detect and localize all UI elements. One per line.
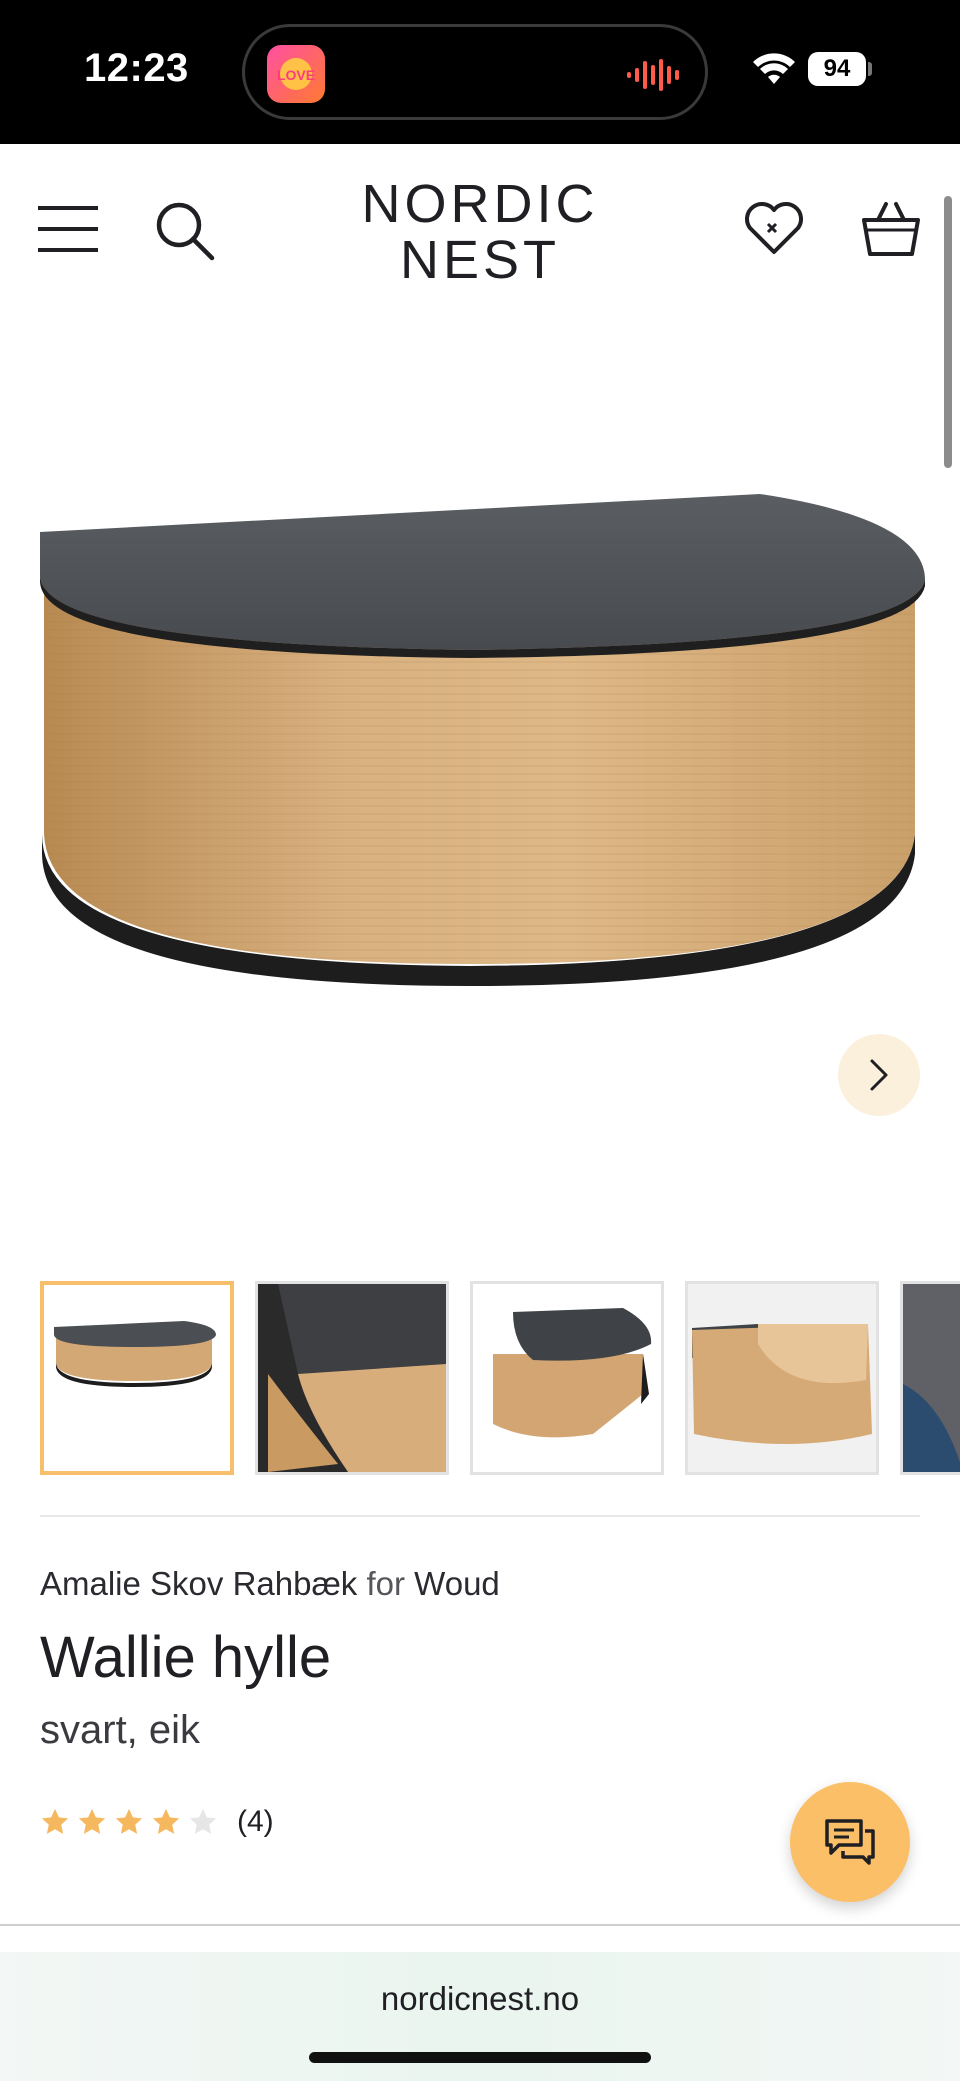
- search-icon[interactable]: [154, 200, 216, 262]
- wishlist-heart-icon[interactable]: [744, 202, 804, 256]
- battery-tip: [868, 62, 872, 76]
- content-bottom-line: [0, 1924, 960, 1926]
- chat-button[interactable]: [790, 1782, 910, 1902]
- thumbnail-2[interactable]: [255, 1281, 449, 1475]
- site-logo[interactable]: NORDIC NEST: [340, 176, 620, 288]
- product-variant: svart, eik: [40, 1708, 201, 1752]
- section-divider: [40, 1515, 920, 1517]
- menu-icon[interactable]: [38, 204, 98, 254]
- brand-line: Amalie Skov Rahbæk for Woud: [40, 1565, 500, 1603]
- star-filled-icon: [152, 1808, 180, 1834]
- product-rating[interactable]: (4): [40, 1804, 274, 1840]
- music-app-icon: LOVE: [267, 45, 325, 103]
- product-image-shelf: [40, 494, 925, 986]
- next-image-button[interactable]: [838, 1034, 920, 1116]
- site-header: NORDIC NEST: [0, 144, 960, 314]
- status-bar: 12:23 LOVE 94: [0, 0, 960, 144]
- thumbnail-4[interactable]: [685, 1281, 879, 1475]
- brand-link[interactable]: Woud: [414, 1565, 500, 1602]
- battery-indicator: 94: [808, 52, 866, 86]
- svg-text:LOVE: LOVE: [277, 67, 315, 83]
- logo-line-1: NORDIC: [361, 174, 599, 234]
- rating-stars: [40, 1807, 225, 1837]
- chevron-right-icon: [870, 1059, 888, 1091]
- audio-wave-icon: [627, 59, 679, 91]
- chat-bubbles-icon: [825, 1819, 875, 1865]
- url-text[interactable]: nordicnest.no: [0, 1980, 960, 2018]
- thumbnail-5[interactable]: [900, 1281, 960, 1475]
- star-filled-icon: [41, 1808, 69, 1834]
- product-image-main[interactable]: [0, 314, 960, 1264]
- star-empty-icon: [189, 1808, 217, 1834]
- designer-link[interactable]: Amalie Skov Rahbæk: [40, 1565, 357, 1602]
- product-title: Wallie hylle: [40, 1625, 332, 1690]
- thumbnail-1[interactable]: [40, 1281, 234, 1475]
- brand-for-word: for: [366, 1565, 405, 1602]
- home-indicator[interactable]: [309, 2052, 651, 2063]
- review-count[interactable]: (4): [237, 1805, 274, 1839]
- thumbnail-strip[interactable]: [40, 1281, 960, 1477]
- logo-line-2: NEST: [399, 230, 561, 290]
- cart-basket-icon[interactable]: [860, 200, 922, 258]
- thumbnail-3[interactable]: [470, 1281, 664, 1475]
- star-filled-icon: [115, 1808, 143, 1834]
- status-time: 12:23: [84, 46, 189, 90]
- star-filled-icon: [78, 1808, 106, 1834]
- dynamic-island[interactable]: LOVE: [242, 24, 708, 120]
- browser-address-bar[interactable]: nordicnest.no: [0, 1952, 960, 2081]
- wifi-icon: [753, 53, 795, 84]
